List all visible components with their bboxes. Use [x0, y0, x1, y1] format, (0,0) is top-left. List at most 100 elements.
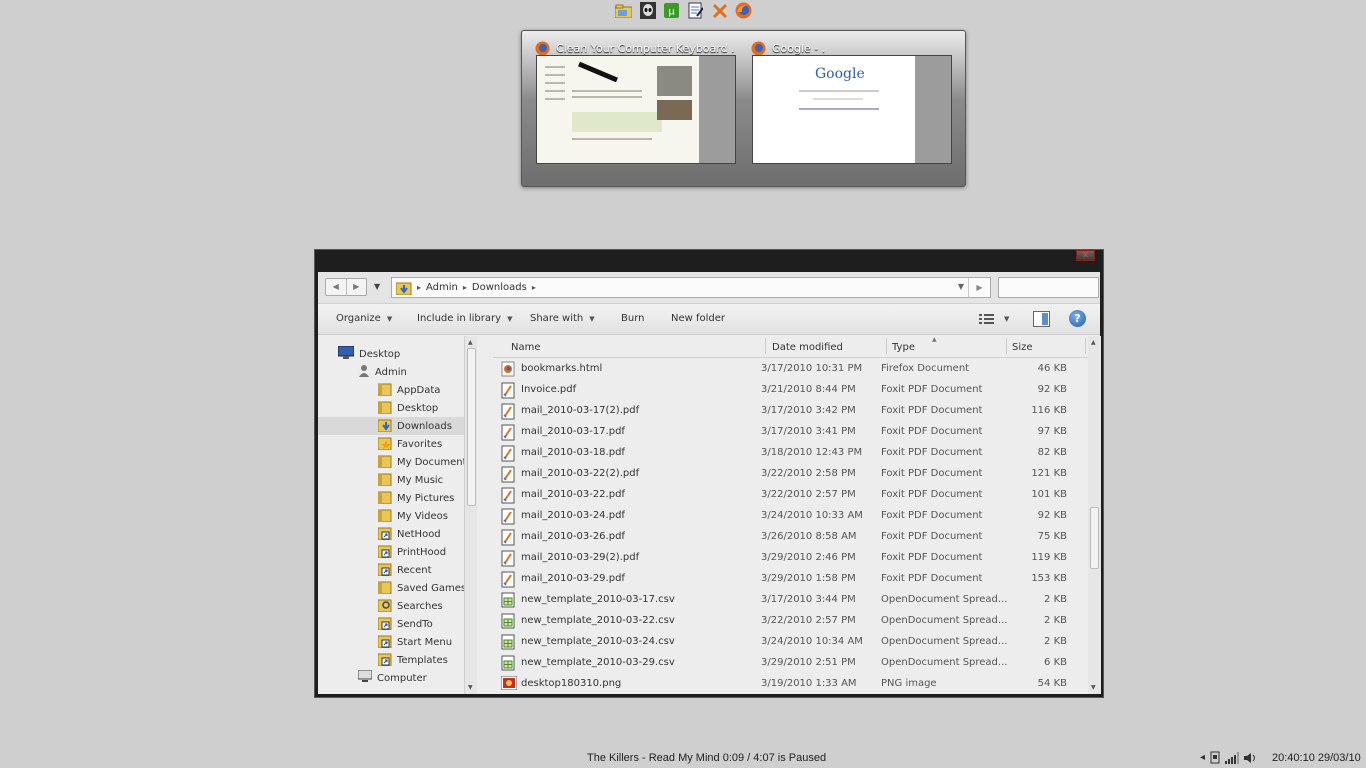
tree-item-my-documents[interactable]: My Documents	[318, 453, 464, 471]
file-row[interactable]: mail_2010-03-18.pdf 3/18/2010 12:43 PM Fox…	[493, 443, 1088, 464]
preview-pane-button[interactable]	[1033, 311, 1050, 327]
breadcrumb-admin[interactable]: Admin	[426, 282, 458, 293]
file-row[interactable]: new_template_2010-03-29.csv 3/29/2010 2:5…	[493, 653, 1088, 674]
share-with-button[interactable]: Share with ▼	[530, 313, 595, 324]
recent-pages-chevron-icon[interactable]: ▼	[374, 282, 380, 291]
tree-item-downloads[interactable]: Downloads	[318, 417, 464, 435]
pdf-icon	[501, 403, 515, 423]
help-icon[interactable]: ?	[1069, 310, 1086, 327]
tree-item-my-pictures[interactable]: My Pictures	[318, 489, 464, 507]
file-row[interactable]: new_template_2010-03-22.csv 3/22/2010 2:5…	[493, 611, 1088, 632]
file-row[interactable]: mail_2010-03-29(2).pdf 3/29/2010 2:46 PM F…	[493, 548, 1088, 569]
file-row[interactable]: mail_2010-03-17.pdf 3/17/2010 3:41 PM Foxi…	[493, 422, 1088, 443]
spreadsheet-icon	[501, 634, 515, 653]
file-row[interactable]: mail_2010-03-26.pdf 3/26/2010 8:58 AM Foxi…	[493, 527, 1088, 548]
file-size: 46 KB	[1037, 363, 1067, 374]
scroll-down-icon[interactable]: ▼	[468, 684, 473, 691]
explorer-folder-icon[interactable]	[614, 1, 633, 20]
file-date: 3/17/2010 10:31 PM	[761, 363, 863, 374]
file-name: mail_2010-03-22.pdf	[521, 489, 625, 500]
tree-item-searches[interactable]: Searches	[318, 597, 464, 615]
tree-item-favorites[interactable]: Favorites	[318, 435, 464, 453]
downloads-folder-icon	[396, 282, 412, 295]
file-name: mail_2010-03-18.pdf	[521, 447, 625, 458]
scroll-up-icon[interactable]: ▲	[1091, 339, 1096, 346]
tree-item-my-videos[interactable]: My Videos	[318, 507, 464, 525]
file-row[interactable]: mail_2010-03-22.pdf 3/22/2010 2:57 PM Foxi…	[493, 485, 1088, 506]
window-close-button[interactable]: x	[1076, 250, 1095, 261]
forward-arrow-icon[interactable]: ▶	[345, 279, 367, 295]
file-type: Firefox Document	[881, 363, 970, 374]
file-row[interactable]: new_template_2010-03-17.csv 3/17/2010 3:4…	[493, 590, 1088, 611]
tree-item-desktop[interactable]: Desktop	[318, 399, 464, 417]
scrollbar-thumb[interactable]	[467, 348, 476, 506]
file-type: Foxit PDF Document	[881, 426, 983, 437]
tree-item-start-menu[interactable]: Start Menu	[318, 633, 464, 651]
scrollbar-thumb[interactable]	[1090, 507, 1099, 569]
shortcut-icon	[377, 652, 392, 669]
file-list-scrollbar[interactable]: ▲ ▼	[1088, 336, 1101, 694]
system-clock[interactable]: 20:40:10 29/03/10	[1272, 752, 1361, 764]
file-type: Foxit PDF Document	[881, 531, 983, 542]
organize-button[interactable]: Organize ▼	[336, 313, 392, 324]
tree-item-label: Desktop	[397, 402, 439, 414]
tools-app-icon[interactable]	[710, 1, 729, 20]
preview-thumbnail-clean-keyboard[interactable]	[536, 55, 736, 164]
burn-button[interactable]: Burn	[621, 313, 644, 324]
navigation-pane-scrollbar[interactable]: ▲ ▼	[464, 336, 477, 694]
address-dropdown-icon[interactable]: ▼	[958, 282, 964, 291]
file-row[interactable]: mail_2010-03-22(2).pdf 3/22/2010 2:58 PM F…	[493, 464, 1088, 485]
file-row[interactable]: Invoice.pdf 3/21/2010 8:44 PM Foxit PDF Do…	[493, 380, 1088, 401]
new-folder-button[interactable]: New folder	[671, 313, 725, 324]
back-arrow-icon[interactable]: ◀	[326, 279, 346, 295]
tree-item-computer[interactable]: Computer	[318, 669, 464, 687]
favorites-folder-icon	[377, 436, 392, 453]
breadcrumb-downloads[interactable]: Downloads	[472, 282, 527, 293]
file-row[interactable]: mail_2010-03-24.pdf 3/24/2010 10:33 AM Fox…	[493, 506, 1088, 527]
tree-item-printhood[interactable]: PrintHood	[318, 543, 464, 561]
preview-thumbnail-google[interactable]: Google	[752, 55, 952, 164]
volume-arrow-icon[interactable]: ◂	[1200, 752, 1205, 763]
search-folder-icon	[377, 598, 392, 615]
network-plug-icon[interactable]	[1209, 751, 1221, 764]
signal-icon[interactable]	[1225, 751, 1240, 764]
torrent-app-icon[interactable]: µ	[662, 1, 681, 20]
notepad-app-icon[interactable]	[686, 1, 705, 20]
include-in-library-button[interactable]: Include in library ▼	[417, 313, 512, 324]
tree-item-saved-games[interactable]: Saved Games	[318, 579, 464, 597]
file-name: bookmarks.html	[521, 363, 603, 374]
file-row[interactable]: mail_2010-03-17(2).pdf 3/17/2010 3:42 PM F…	[493, 401, 1088, 422]
tree-item-label: Favorites	[397, 438, 443, 450]
pdf-icon	[501, 382, 515, 402]
firefox-icon[interactable]	[734, 1, 753, 20]
column-header-date[interactable]: Date modified	[772, 342, 843, 353]
column-header-size[interactable]: Size	[1012, 342, 1033, 353]
tree-item-my-music[interactable]: My Music	[318, 471, 464, 489]
tree-item-nethood[interactable]: NetHood	[318, 525, 464, 543]
now-playing-text: The Killers - Read My Mind 0:09 / 4:07 i…	[587, 752, 827, 764]
column-header-name[interactable]: Name	[511, 342, 541, 353]
file-size: 54 KB	[1037, 678, 1067, 689]
column-header-type[interactable]: Type	[892, 342, 915, 353]
address-bar[interactable]: ▸ Admin ▸ Downloads ▸ ▼ ▶	[391, 277, 991, 298]
tree-item-sendto[interactable]: SendTo	[318, 615, 464, 633]
go-arrow-icon[interactable]: ▶	[968, 278, 990, 297]
tree-item-admin[interactable]: Admin	[318, 363, 464, 381]
file-name: new_template_2010-03-22.csv	[521, 615, 675, 626]
tree-item-recent[interactable]: Recent	[318, 561, 464, 579]
search-input[interactable]	[998, 277, 1099, 298]
speaker-icon[interactable]	[1243, 752, 1257, 764]
file-row[interactable]: bookmarks.html 3/17/2010 10:31 PM Firefox …	[493, 359, 1088, 380]
scroll-up-icon[interactable]: ▲	[468, 339, 473, 346]
file-row[interactable]: desktop180310.png 3/19/2010 1:33 AM PNG im…	[493, 674, 1088, 694]
alien-app-icon[interactable]	[638, 1, 657, 20]
scroll-down-icon[interactable]: ▼	[1091, 684, 1096, 691]
file-row[interactable]: mail_2010-03-29.pdf 3/29/2010 1:58 PM Foxi…	[493, 569, 1088, 590]
file-name: new_template_2010-03-17.csv	[521, 594, 675, 605]
file-type: OpenDocument Spread...	[881, 636, 1008, 647]
file-row[interactable]: new_template_2010-03-24.csv 3/24/2010 10:…	[493, 632, 1088, 653]
tree-item-appdata[interactable]: AppData	[318, 381, 464, 399]
change-view-button[interactable]: ▼	[979, 313, 1009, 325]
tree-item-templates[interactable]: Templates	[318, 651, 464, 669]
tree-item-desktop[interactable]: Desktop	[318, 345, 464, 363]
